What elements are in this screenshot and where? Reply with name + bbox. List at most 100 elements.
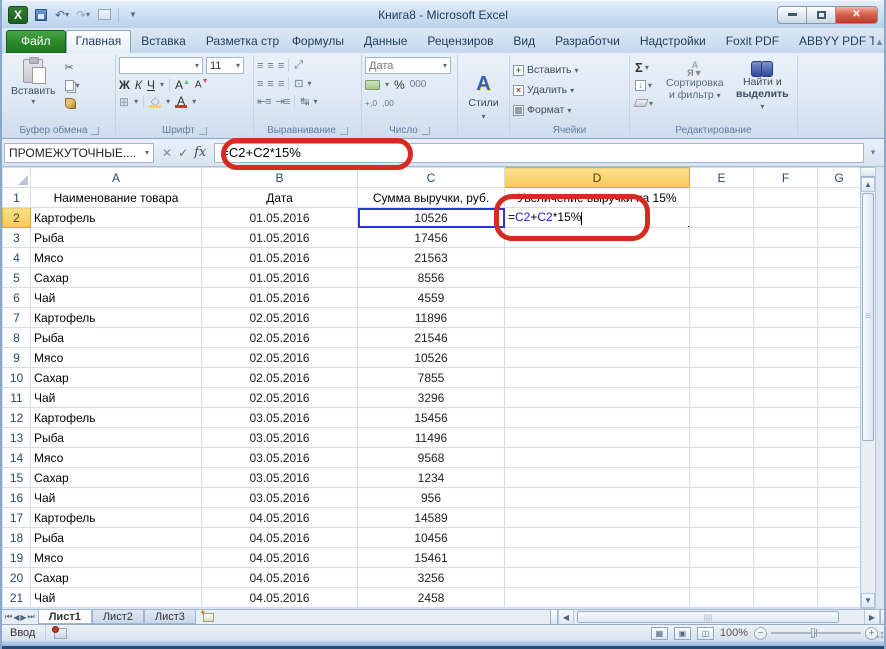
row-header-9[interactable]: 9 [2, 347, 31, 368]
cell-G15[interactable] [817, 467, 861, 488]
cell-A11[interactable]: Чай [30, 387, 202, 408]
insert-cells-button[interactable]: + Вставить ▾ [513, 62, 626, 79]
cell-F10[interactable] [753, 367, 818, 388]
paste-button[interactable]: Вставить ▾ [7, 57, 60, 123]
ribbon-collapse-icon[interactable]: ▲ [875, 37, 884, 47]
cell-D8[interactable] [504, 327, 690, 348]
cell-B7[interactable]: 02.05.2016 [201, 307, 358, 328]
cell-G1[interactable] [817, 187, 861, 208]
insert-function-button[interactable]: fx [194, 145, 206, 160]
page-break-view-button[interactable]: ◫ [696, 626, 714, 640]
cell-A4[interactable]: Мясо [30, 247, 202, 268]
name-box[interactable]: ПРОМЕЖУТОЧНЫЕ.... ▾ [4, 142, 154, 163]
grow-font-button[interactable]: А▲ [175, 78, 190, 92]
row-header-8[interactable]: 8 [2, 327, 31, 348]
increase-decimal-button[interactable]: +,0 [365, 98, 377, 108]
cell-D15[interactable] [504, 467, 690, 488]
column-header-G[interactable]: G [817, 167, 861, 188]
merge-center-button[interactable]: ⊡ [294, 77, 303, 90]
decrease-indent-button[interactable]: ⇤≡ [257, 95, 272, 108]
cell-D18[interactable] [504, 527, 690, 548]
cell-B8[interactable]: 02.05.2016 [201, 327, 358, 348]
cell-C19[interactable]: 15461 [357, 547, 505, 568]
cell-F4[interactable] [753, 247, 818, 268]
ribbon-tab-Данные[interactable]: Данные [354, 30, 417, 53]
cell-A13[interactable]: Рыба [30, 427, 202, 448]
bold-button[interactable]: Ж [119, 78, 130, 92]
align-top-button[interactable]: ≡ [257, 60, 264, 72]
cell-C6[interactable]: 4559 [357, 287, 505, 308]
cell-G17[interactable] [817, 507, 861, 528]
row-header-18[interactable]: 18 [2, 527, 31, 548]
zoom-level[interactable]: 100% [720, 627, 748, 639]
ribbon-tab-Разработчи[interactable]: Разработчи [545, 30, 630, 53]
page-layout-view-button[interactable]: ▣ [673, 626, 691, 640]
select-all-corner[interactable] [2, 167, 31, 188]
cell-D14[interactable] [504, 447, 690, 468]
cell-F13[interactable] [753, 427, 818, 448]
row-header-16[interactable]: 16 [2, 487, 31, 508]
cell-E16[interactable] [689, 487, 754, 508]
sheet-tab-Лист1[interactable]: Лист1 [37, 610, 92, 624]
spreadsheet-grid[interactable]: ABCDEFG 1 Наименование товара Дата Сумма… [2, 167, 861, 608]
cell-F12[interactable] [753, 407, 818, 428]
cell-F6[interactable] [753, 287, 818, 308]
cell-B5[interactable]: 01.05.2016 [201, 267, 358, 288]
copy-button[interactable]: ▾ [63, 77, 85, 93]
zoom-slider-knob[interactable] [810, 628, 815, 638]
scroll-down-arrow[interactable]: ▼ [861, 593, 875, 608]
delete-cells-button[interactable]: × Удалить ▾ [513, 82, 626, 99]
cell-E7[interactable] [689, 307, 754, 328]
cell-A16[interactable]: Чай [30, 487, 202, 508]
cell-E15[interactable] [689, 467, 754, 488]
underline-button[interactable]: Ч [147, 78, 155, 92]
cell-E10[interactable] [689, 367, 754, 388]
cell-C4[interactable]: 21563 [357, 247, 505, 268]
cell-E18[interactable] [689, 527, 754, 548]
row-header-7[interactable]: 7 [2, 307, 31, 328]
cell-B18[interactable]: 04.05.2016 [201, 527, 358, 548]
cell-B19[interactable]: 04.05.2016 [201, 547, 358, 568]
cell-B1[interactable]: Дата [201, 187, 358, 208]
cell-G12[interactable] [817, 407, 861, 428]
cell-F19[interactable] [753, 547, 818, 568]
cell-B12[interactable]: 03.05.2016 [201, 407, 358, 428]
cell-C15[interactable]: 1234 [357, 467, 505, 488]
cell-C1[interactable]: Сумма выручки, руб. [357, 187, 505, 208]
row-header-10[interactable]: 10 [2, 367, 31, 388]
cell-A8[interactable]: Рыба [30, 327, 202, 348]
cell-C17[interactable]: 14589 [357, 507, 505, 528]
cell-B14[interactable]: 03.05.2016 [201, 447, 358, 468]
font-size-combobox[interactable]: 11 ▾ [206, 57, 244, 74]
cell-A2[interactable]: Картофель [30, 207, 202, 228]
cell-C3[interactable]: 17456 [357, 227, 505, 248]
cell-C14[interactable]: 9568 [357, 447, 505, 468]
clear-button[interactable]: ▾ [633, 95, 659, 111]
cell-D4[interactable] [504, 247, 690, 268]
cell-B9[interactable]: 02.05.2016 [201, 347, 358, 368]
align-right-button[interactable]: ≡ [278, 78, 285, 90]
dialog-launcher-icon[interactable] [421, 126, 430, 135]
close-button[interactable]: ✕ [835, 5, 878, 24]
save-button[interactable] [32, 6, 50, 23]
cell-E9[interactable] [689, 347, 754, 368]
autosum-button[interactable]: Σ ▾ [633, 59, 659, 75]
cell-E2[interactable] [689, 207, 754, 228]
cell-B21[interactable]: 04.05.2016 [201, 587, 358, 608]
orientation-button[interactable]: ⤢ [294, 59, 303, 72]
cell-D3[interactable] [504, 227, 690, 248]
cell-F11[interactable] [753, 387, 818, 408]
cell-D1[interactable]: Увеличение выручки на 15% [504, 187, 690, 208]
cell-G9[interactable] [817, 347, 861, 368]
percent-style-button[interactable]: % [394, 78, 405, 92]
first-sheet-icon[interactable]: ⏮ [5, 612, 12, 622]
cell-A21[interactable]: Чай [30, 587, 202, 608]
cell-G10[interactable] [817, 367, 861, 388]
cell-E21[interactable] [689, 587, 754, 608]
cell-G19[interactable] [817, 547, 861, 568]
cell-F8[interactable] [753, 327, 818, 348]
cell-A17[interactable]: Картофель [30, 507, 202, 528]
cell-G5[interactable] [817, 267, 861, 288]
cell-G4[interactable] [817, 247, 861, 268]
cell-D19[interactable] [504, 547, 690, 568]
